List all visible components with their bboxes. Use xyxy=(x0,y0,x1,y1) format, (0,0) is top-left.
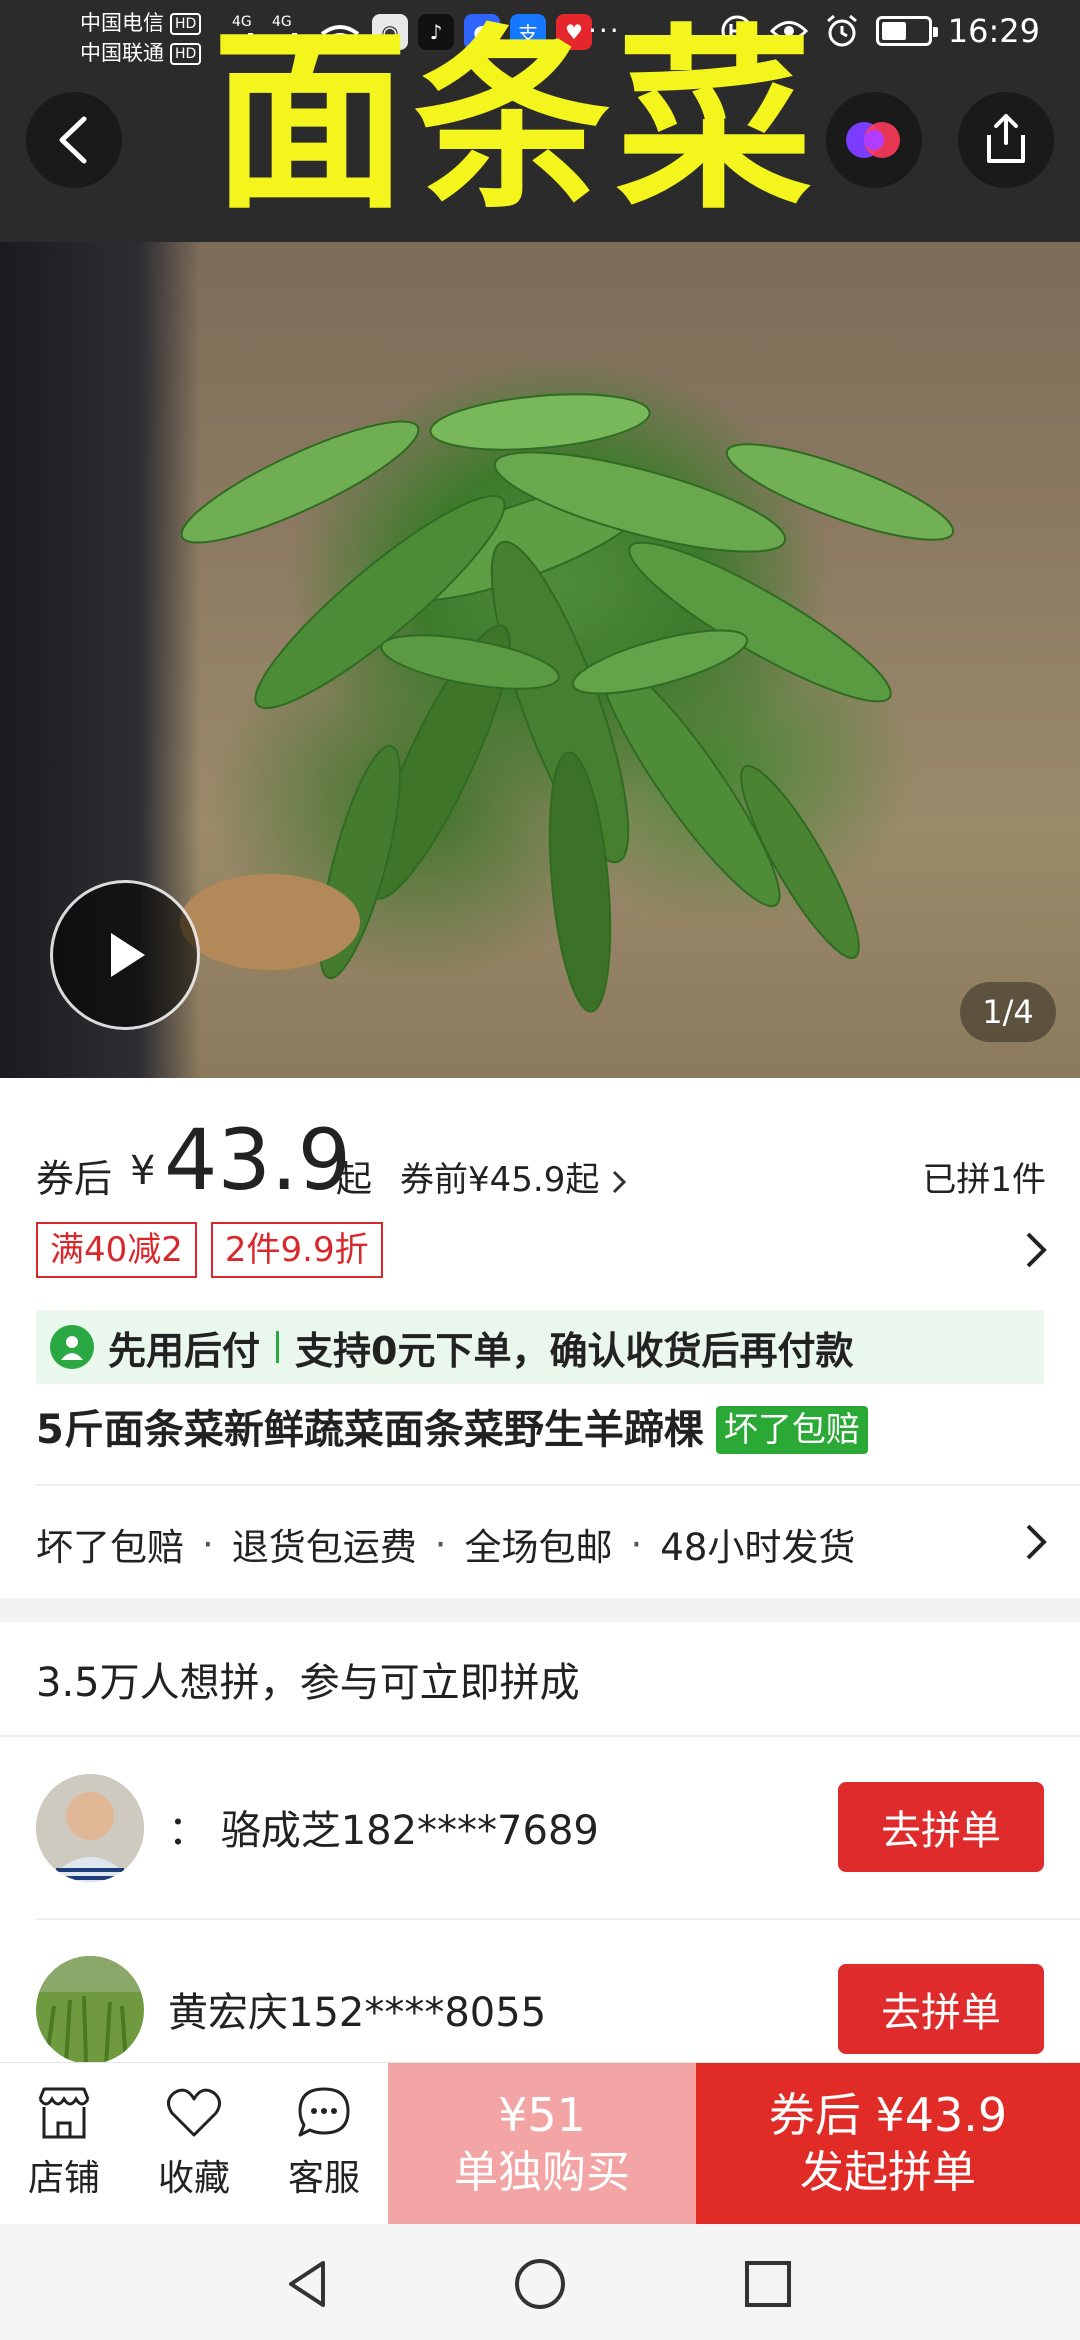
coupon-tag[interactable]: 满40减2 xyxy=(36,1222,197,1278)
system-navigation-bar xyxy=(0,2224,1080,2340)
group-row: ： 骆成芝182****7689 去拼单 xyxy=(0,1738,1080,1918)
battery-icon xyxy=(875,16,938,46)
guarantee-item: 坏了包赔 xyxy=(36,1526,184,1569)
pay-later-divider xyxy=(276,1331,280,1363)
separator-dot: · xyxy=(202,1522,214,1566)
carrier-1: 中国电信 xyxy=(80,11,164,35)
back-button[interactable] xyxy=(26,92,122,188)
guarantee-item: 48小时发货 xyxy=(660,1526,856,1569)
price-currency: ¥ xyxy=(130,1148,156,1194)
triangle-back-icon xyxy=(289,2261,325,2307)
group-member-name: 黄宏庆152****8055 xyxy=(168,1990,547,2036)
after-coupon-label: 券后 xyxy=(36,1157,113,1201)
carrier-info: 中国电信 HD 中国联通 HD xyxy=(80,8,202,68)
play-icon xyxy=(111,933,145,977)
circle-home-icon xyxy=(515,2259,565,2309)
store-button[interactable]: 店铺 xyxy=(4,2083,124,2213)
group-member-name: ： 骆成芝182****7689 xyxy=(168,1808,599,1854)
service-guarantees[interactable]: 坏了包赔 · 退货包运费 · 全场包邮 · 48小时发货 xyxy=(36,1508,1046,1580)
separator-dot: · xyxy=(630,1522,643,1566)
chevron-right-icon xyxy=(613,1170,627,1193)
divider xyxy=(36,1484,1080,1486)
guarantee-item: 全场包邮 xyxy=(464,1526,613,1569)
nav-back-button[interactable] xyxy=(278,2254,338,2314)
avatar xyxy=(36,1956,144,2064)
pay-later-title: 先用后付 xyxy=(108,1328,261,1373)
price-row: 券后 ¥ 43.9 起 券前¥45.9起 已拼1件 xyxy=(36,1111,1046,1209)
clock-time: 16:29 xyxy=(947,12,1040,50)
top-banner: 中国电信 HD 中国联通 HD 4G 4G ◉ ♪ ◐ 支 ♥ ··· 16:2… xyxy=(0,0,1080,242)
overlap-circles-icon xyxy=(846,122,900,158)
alarm-icon xyxy=(826,14,857,47)
guarantee-item: 退货包运费 xyxy=(231,1526,417,1569)
start-group-buy-button[interactable]: 券后 ¥43.9 发起拼单 xyxy=(696,2063,1080,2225)
customer-service-button[interactable]: 客服 xyxy=(264,2083,384,2213)
join-group-button[interactable]: 去拼单 xyxy=(838,1964,1044,2054)
joined-count: 已拼1件 xyxy=(922,1160,1046,1200)
join-group-button[interactable]: 去拼单 xyxy=(838,1782,1044,1872)
coupon-chevron-right-icon[interactable] xyxy=(1022,1230,1050,1270)
guarantee-chevron-right-icon[interactable] xyxy=(1022,1522,1050,1562)
store-icon xyxy=(38,2087,90,2139)
before-coupon-price[interactable]: 券前¥45.9起 xyxy=(400,1152,628,1201)
store-label: 店铺 xyxy=(27,2158,100,2199)
product-image[interactable]: 1/4 xyxy=(0,242,1080,1078)
hd-badge-2: HD xyxy=(170,43,202,65)
product-title: 5斤面条菜新鲜蔬菜面条菜野生羊蹄棵 坏了包赔 xyxy=(36,1400,868,1460)
play-video-button[interactable] xyxy=(50,880,200,1030)
bottom-action-bar: 店铺 收藏 客服 ¥51 单独购买 券后 ¥43.9 发起拼单 xyxy=(0,2062,1080,2225)
collection-button[interactable] xyxy=(826,92,922,188)
banner-title: 面条菜 xyxy=(212,8,819,236)
pay-later-desc: 支持0元下单，确认收货后再付款 xyxy=(295,1328,854,1373)
share-button[interactable] xyxy=(958,92,1054,188)
price-value: 43.9 xyxy=(164,1111,352,1209)
chevron-left-icon xyxy=(59,116,87,164)
group-label: 发起拼单 xyxy=(800,2147,976,2198)
chat-bubble-icon xyxy=(298,2087,350,2137)
image-pager: 1/4 xyxy=(960,982,1056,1042)
share-icon xyxy=(987,114,1025,163)
favorite-label: 收藏 xyxy=(157,2158,230,2199)
coupon-list[interactable]: 满40减2 2件9.9折 xyxy=(36,1222,383,1278)
pay-later-banner[interactable]: 先用后付 支持0元下单，确认收货后再付款 xyxy=(36,1310,1044,1384)
group-heading: 3.5万人想拼，参与可立即拼成 xyxy=(36,1660,580,1706)
product-tag: 坏了包赔 xyxy=(715,1406,868,1454)
nav-home-button[interactable] xyxy=(510,2254,570,2314)
product-title-text: 5斤面条菜新鲜蔬菜面条菜野生羊蹄棵 xyxy=(36,1407,704,1453)
single-price: ¥51 xyxy=(498,2088,586,2142)
pay-later-icon xyxy=(50,1325,94,1369)
price-from-label: 起 xyxy=(336,1159,373,1200)
square-recents-icon xyxy=(745,2261,791,2307)
coupon-tag[interactable]: 2件9.9折 xyxy=(210,1222,383,1278)
single-label: 单独购买 xyxy=(454,2147,630,2198)
section-gap xyxy=(0,1598,1080,1622)
before-coupon-text: 券前¥45.9起 xyxy=(400,1160,600,1200)
customer-service-label: 客服 xyxy=(287,2158,360,2199)
separator-dot: · xyxy=(434,1522,447,1566)
heart-icon xyxy=(167,2088,221,2137)
avatar xyxy=(36,1774,144,1882)
nav-recents-button[interactable] xyxy=(738,2254,798,2314)
carrier-2: 中国联通 xyxy=(80,41,164,65)
group-price: 券后 ¥43.9 xyxy=(768,2088,1008,2142)
divider xyxy=(0,1735,1080,1737)
buy-alone-button[interactable]: ¥51 单独购买 xyxy=(388,2063,696,2225)
hd-badge-1: HD xyxy=(170,13,202,35)
favorite-button[interactable]: 收藏 xyxy=(134,2083,254,2213)
